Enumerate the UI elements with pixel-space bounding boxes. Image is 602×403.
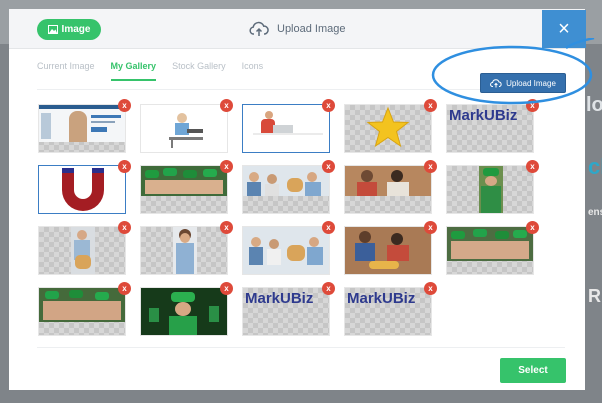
gallery-thumb[interactable]: x [446,160,539,214]
website-screenshot-image [39,105,125,142]
family-with-dog-image [243,166,329,196]
gallery-thumb[interactable]: x [38,160,131,214]
markubiz-logo-image: MarkUBiz [449,107,518,124]
background-text: cly [588,154,602,179]
man-in-green-hat-image [479,166,503,213]
background-text: RE [588,286,602,306]
gallery-thumb[interactable]: x [344,160,437,214]
gallery-grid: x x x x MarkUBiz x x x x x x x x x x x x… [36,99,539,342]
image-badge-label: Image [61,24,91,35]
tab-current-image[interactable]: Current Image [37,61,95,81]
tab-stock-gallery[interactable]: Stock Gallery [172,61,226,81]
image-badge: Image [37,19,101,40]
gallery-thumb[interactable]: x [344,99,437,153]
delete-image-button[interactable]: x [220,282,233,295]
delete-image-button[interactable]: x [220,160,233,173]
gallery-tabs: Current Image My Gallery Stock Gallery I… [37,61,263,81]
gallery-thumb[interactable]: x [140,221,233,275]
gallery-thumb[interactable]: x [140,282,233,336]
party-group-green-image [447,227,533,261]
gallery-thumb[interactable]: x [38,282,131,336]
women-having-pizza-image [345,227,431,274]
gold-star-image [366,106,410,148]
delete-image-button[interactable]: x [220,99,233,112]
delete-image-button[interactable]: x [322,160,335,173]
delete-image-button[interactable]: x [118,282,131,295]
delete-image-button[interactable]: x [322,221,335,234]
background-text: ens [588,207,602,218]
select-button[interactable]: Select [500,358,566,383]
cloud-upload-icon [249,21,269,36]
gallery-thumb[interactable]: x [140,99,233,153]
gallery-thumb[interactable]: MarkUBiz x [242,282,335,336]
modal-title: Upload Image [249,19,346,39]
tab-icons[interactable]: Icons [242,61,264,81]
man-cheering-green-image [141,288,227,335]
friends-green-party-image [39,288,125,322]
gallery-thumb[interactable]: MarkUBiz x [446,99,539,153]
family-on-couch-image [243,227,329,274]
gallery-thumb[interactable]: MarkUBiz x [344,282,437,336]
delete-image-button[interactable]: x [220,221,233,234]
modal-title-text: Upload Image [277,23,346,35]
man-at-desk-illustration-image [141,105,227,152]
gallery-thumb[interactable]: x [38,99,131,153]
delete-image-button[interactable]: x [322,282,335,295]
markubiz-logo-image: MarkUBiz [245,290,314,307]
tab-my-gallery[interactable]: My Gallery [110,61,157,81]
gallery-thumb[interactable]: x [446,221,539,275]
gallery-thumb[interactable]: x [38,221,131,275]
gallery-thumb[interactable]: x [242,99,335,153]
woman-with-dog-image [71,227,95,274]
image-icon [47,25,58,34]
delete-image-button[interactable]: x [322,99,335,112]
two-women-on-couch-image [345,166,431,196]
delete-image-button[interactable]: x [118,99,131,112]
gallery-thumb[interactable]: x [344,221,437,275]
annotation-ellipse [431,38,595,105]
markubiz-logo-image: MarkUBiz [347,290,416,307]
delete-image-button[interactable]: x [424,160,437,173]
gallery-thumb[interactable]: x [242,160,335,214]
footer-divider [37,347,565,348]
woman-with-laptop-image [243,105,329,152]
delete-image-button[interactable]: x [118,160,131,173]
delete-image-button[interactable]: x [424,282,437,295]
gallery-thumb[interactable]: x [242,221,335,275]
delete-image-button[interactable]: x [526,160,539,173]
smiling-woman-image [173,227,197,274]
horseshoe-magnet-image [62,168,104,211]
delete-image-button[interactable]: x [118,221,131,234]
group-green-hats-image [141,166,227,196]
gallery-thumb[interactable]: x [140,160,233,214]
delete-image-button[interactable]: x [424,221,437,234]
delete-image-button[interactable]: x [526,221,539,234]
